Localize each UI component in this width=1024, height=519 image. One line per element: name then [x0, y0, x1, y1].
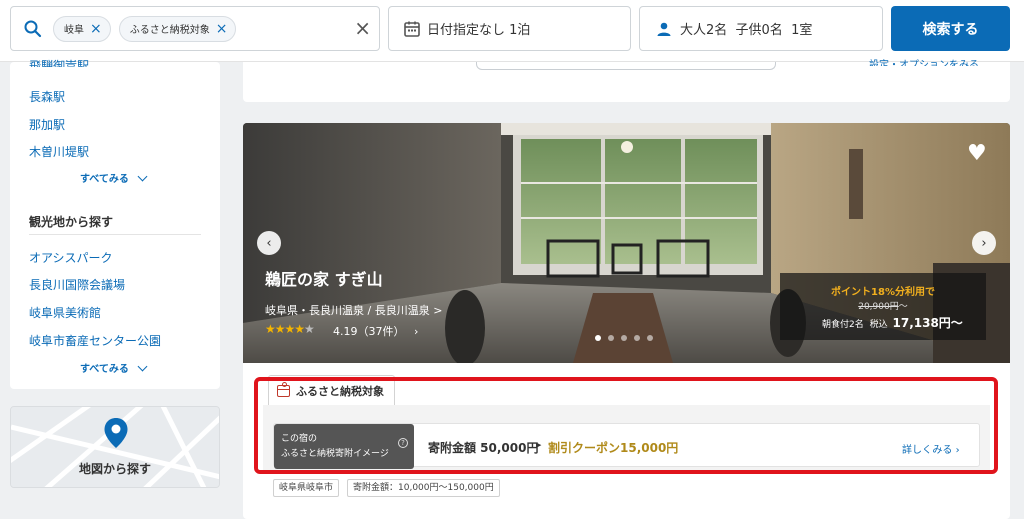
map-pin-icon	[104, 418, 128, 448]
carousel-dot[interactable]	[621, 335, 627, 341]
carousel-dot[interactable]	[595, 335, 601, 341]
price-value: 17,138円〜	[892, 316, 963, 330]
sidebar-filter-card: 飛騨御嵩駅 長森駅 那加駅 木曽川堤駅 すべてみる 観光地から探す オアシスパー…	[10, 59, 220, 389]
price-box: ポイント18%分利用で 20,900円〜 朝食付2名 税込 17,138円〜	[780, 273, 986, 340]
sort-select-partial[interactable]	[476, 62, 776, 70]
rating-text: 4.19（37件）	[333, 325, 405, 338]
review-count-link[interactable]: 4.19（37件） ›	[333, 323, 418, 339]
points-text: ポイント18%分利用で	[831, 287, 935, 298]
chevron-down-icon	[137, 361, 148, 372]
sight-link[interactable]: オアシスパーク	[29, 249, 113, 266]
original-price: 20,900円〜	[858, 302, 908, 312]
person-icon	[657, 22, 671, 36]
clear-icon[interactable]: ×	[354, 18, 371, 38]
chevron-left-icon[interactable]: ‹	[257, 231, 281, 255]
heart-icon[interactable]: ♥	[967, 143, 987, 165]
calendar-icon	[404, 21, 420, 37]
see-all-label: すべてみる	[80, 174, 129, 185]
chevron-right-icon[interactable]: ›	[972, 231, 996, 255]
see-all-label: すべてみる	[80, 364, 129, 375]
highlight-frame	[254, 377, 998, 474]
hotel-location[interactable]: 岐阜県・長良川温泉 / 長良川温泉 >	[265, 302, 442, 318]
search-icon	[24, 20, 42, 37]
see-all-sights-button[interactable]: すべてみる	[80, 360, 148, 375]
guest-field[interactable]: 大人2名 子供0名 1室	[639, 6, 883, 51]
search-bar: 岐阜 × ふるさと納税対象 × × 日付指定なし 1泊 大人2名 子供0名 1室…	[0, 0, 1024, 62]
date-field[interactable]: 日付指定なし 1泊	[388, 6, 631, 51]
carousel-dot[interactable]	[634, 335, 640, 341]
final-price: 朝食付2名 税込 17,138円〜	[822, 314, 963, 331]
station-link[interactable]: 那加駅	[29, 116, 65, 133]
divider	[29, 234, 201, 235]
sights-section-title: 観光地から探す	[29, 215, 114, 229]
date-label: 日付指定なし 1泊	[427, 23, 531, 38]
carousel-dots	[595, 335, 653, 341]
station-link[interactable]: 長森駅	[29, 88, 65, 105]
map-label: 地図から探す	[78, 462, 151, 476]
chevron-down-icon	[137, 171, 148, 182]
sight-link[interactable]: 岐阜県美術館	[29, 304, 101, 321]
close-icon[interactable]: ×	[90, 22, 102, 36]
star-rating: ★★★★★	[265, 322, 315, 336]
close-icon[interactable]: ×	[216, 22, 228, 36]
carousel-dot[interactable]	[608, 335, 614, 341]
carousel-dot[interactable]	[647, 335, 653, 341]
keyword-chip-gifu[interactable]: 岐阜 ×	[53, 15, 111, 42]
keyword-field[interactable]: 岐阜 × ふるさと納税対象 × ×	[10, 6, 380, 51]
keyword-chip-furusato[interactable]: ふるさと納税対象 ×	[118, 15, 237, 42]
station-link-partial[interactable]: 飛騨御嵩駅	[29, 57, 89, 67]
sort-options-card: 設定・オプションをみる	[243, 60, 1010, 102]
city-tag: 岐阜県岐阜市	[273, 479, 340, 497]
chevron-right-icon: ›	[414, 325, 419, 338]
hotel-photo[interactable]: 鵜匠の家 すぎ山 岐阜県・長良川温泉 / 長良川温泉 > ★★★★★ 4.19（…	[243, 123, 1010, 363]
search-button[interactable]: 検索する	[891, 6, 1010, 51]
chip-label: 岐阜	[64, 25, 84, 36]
map-search-button[interactable]: 地図から探す	[10, 406, 220, 488]
sight-link[interactable]: 長良川国際会議場	[29, 276, 125, 293]
plan-label: 朝食付2名	[822, 320, 864, 330]
sight-link[interactable]: 岐阜市畜産センター公園	[29, 332, 161, 349]
see-all-stations-button[interactable]: すべてみる	[80, 170, 148, 185]
guest-label: 大人2名 子供0名 1室	[680, 23, 813, 38]
chip-label: ふるさと納税対象	[129, 25, 210, 36]
tax-label: 税込	[869, 320, 888, 330]
hotel-name[interactable]: 鵜匠の家 すぎ山	[265, 266, 383, 290]
options-link[interactable]: 設定・オプションをみる	[869, 56, 989, 66]
station-link[interactable]: 木曽川堤駅	[29, 143, 89, 160]
donation-range-tag: 寄附金額：10,000円〜150,000円	[347, 479, 500, 497]
